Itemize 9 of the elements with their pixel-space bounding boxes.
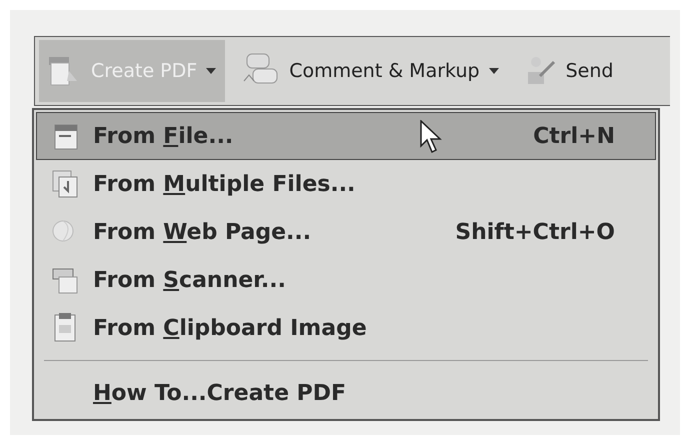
cursor-icon [420, 120, 442, 154]
menu-item[interactable]: From Web Page... Shift+Ctrl+O [36, 208, 656, 256]
toolbar-button[interactable]: Send [516, 40, 622, 102]
menu-item[interactable]: From Multiple Files... [36, 160, 656, 208]
menu-item[interactable]: From Clipboard Image [36, 304, 656, 352]
menu-item[interactable]: From File... Ctrl+N [36, 112, 656, 160]
menu-item[interactable]: From Scanner... [36, 256, 656, 304]
menu-item[interactable]: How To...Create PDF [36, 369, 656, 417]
toolbar-button[interactable]: Comment & Markup [233, 40, 508, 102]
